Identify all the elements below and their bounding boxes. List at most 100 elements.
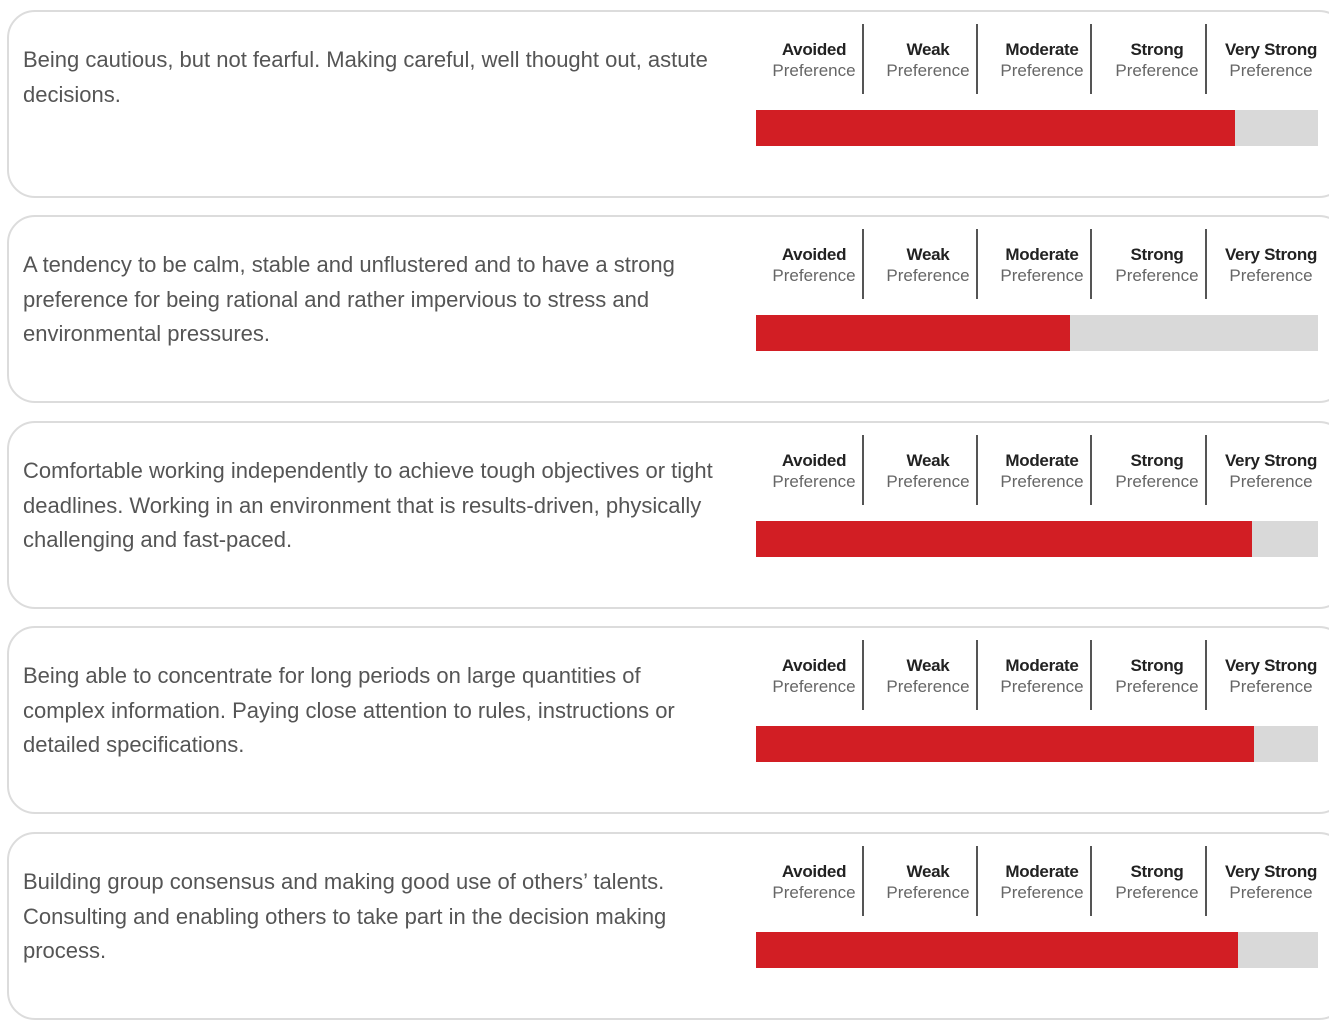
- scale-label-sub: Preference: [1115, 266, 1199, 285]
- scale-divider: [1205, 640, 1207, 710]
- score-bar-fill: [756, 726, 1255, 762]
- scale-label-sub: Preference: [886, 61, 970, 80]
- scale-label-title: Weak: [906, 656, 950, 675]
- scale-label-sub: Preference: [772, 677, 856, 696]
- scale-label-sub: Preference: [772, 883, 856, 902]
- scale-label-strong: Strong Preference: [1100, 229, 1214, 301]
- scale-label-strong: Strong Preference: [1100, 846, 1214, 918]
- preference-card: A tendency to be calm, stable and unflus…: [7, 215, 1329, 403]
- preference-description: Comfortable working independently to ach…: [23, 458, 713, 553]
- scale-label-sub: Preference: [1000, 266, 1084, 285]
- preference-scale-header: Avoided Preference Weak Preference Moder…: [757, 640, 1329, 712]
- scale-label-sub: Preference: [886, 472, 970, 491]
- scale-label-avoided: Avoided Preference: [757, 435, 871, 507]
- scale-label-title: Very Strong: [1224, 40, 1318, 59]
- scale-label-very-strong: Very Strong Preference: [1214, 24, 1328, 96]
- scale-label-avoided: Avoided Preference: [757, 229, 871, 301]
- scale-divider: [1205, 24, 1207, 94]
- scale-label-sub: Preference: [1229, 472, 1313, 491]
- scale-label-moderate: Moderate Preference: [985, 846, 1099, 918]
- scale-label-title: Strong: [1130, 862, 1184, 881]
- scale-label-title: Avoided: [781, 656, 847, 675]
- scale-label-sub: Preference: [886, 677, 970, 696]
- scale-divider: [1205, 846, 1207, 916]
- scale-label-moderate: Moderate Preference: [985, 24, 1099, 96]
- scale-divider: [976, 640, 978, 710]
- preference-scale-header: Avoided Preference Weak Preference Moder…: [757, 435, 1329, 507]
- preference-description: Building group consensus and making good…: [23, 869, 667, 964]
- score-bar-fill: [756, 932, 1239, 968]
- scale-label-sub: Preference: [772, 472, 856, 491]
- scale-divider: [976, 846, 978, 916]
- scale-divider: [976, 24, 978, 94]
- scale-divider: [862, 640, 864, 710]
- scale-label-strong: Strong Preference: [1100, 640, 1214, 712]
- preference-description: Being able to concentrate for long perio…: [23, 663, 675, 758]
- score-bar-fill: [756, 521, 1252, 557]
- scale-label-sub: Preference: [886, 266, 970, 285]
- scale-label-title: Strong: [1130, 245, 1184, 264]
- scale-label-weak: Weak Preference: [871, 229, 985, 301]
- scale-label-title: Very Strong: [1224, 245, 1318, 264]
- scale-label-sub: Preference: [1229, 677, 1313, 696]
- scale-label-strong: Strong Preference: [1100, 435, 1214, 507]
- scale-divider: [1205, 229, 1207, 299]
- scale-label-title: Strong: [1130, 40, 1184, 59]
- scale-label-title: Weak: [906, 245, 950, 264]
- scale-label-sub: Preference: [886, 883, 970, 902]
- preference-scale-header: Avoided Preference Weak Preference Moder…: [757, 229, 1329, 301]
- score-bar-track: [756, 726, 1318, 762]
- scale-label-very-strong: Very Strong Preference: [1214, 435, 1328, 507]
- scale-label-title: Very Strong: [1224, 862, 1318, 881]
- scale-label-title: Very Strong: [1224, 451, 1318, 470]
- scale-label-sub: Preference: [1229, 883, 1313, 902]
- scale-label-strong: Strong Preference: [1100, 24, 1214, 96]
- scale-label-very-strong: Very Strong Preference: [1214, 229, 1328, 301]
- preference-card: Building group consensus and making good…: [7, 832, 1329, 1020]
- score-bar-fill: [756, 110, 1236, 146]
- scale-divider: [976, 229, 978, 299]
- preference-description: Being cautious, but not fearful. Making …: [23, 47, 708, 107]
- scale-divider: [1090, 640, 1092, 710]
- scale-label-title: Strong: [1130, 656, 1184, 675]
- scale-label-sub: Preference: [1115, 883, 1199, 902]
- scale-label-moderate: Moderate Preference: [985, 435, 1099, 507]
- scale-label-weak: Weak Preference: [871, 640, 985, 712]
- score-bar-track: [756, 110, 1318, 146]
- scale-label-title: Strong: [1130, 451, 1184, 470]
- scale-label-weak: Weak Preference: [871, 435, 985, 507]
- scale-label-avoided: Avoided Preference: [757, 846, 871, 918]
- scale-label-title: Weak: [906, 451, 950, 470]
- scale-label-title: Moderate: [1005, 245, 1079, 264]
- scale-label-title: Avoided: [781, 451, 847, 470]
- scale-label-moderate: Moderate Preference: [985, 640, 1099, 712]
- scale-divider: [1090, 24, 1092, 94]
- score-bar-fill: [756, 315, 1070, 351]
- preference-description: A tendency to be calm, stable and unflus…: [23, 252, 675, 347]
- scale-label-sub: Preference: [1000, 883, 1084, 902]
- scale-label-sub: Preference: [1115, 61, 1199, 80]
- scale-divider: [862, 846, 864, 916]
- score-bar-track: [756, 521, 1318, 557]
- preference-card: Being able to concentrate for long perio…: [7, 626, 1329, 814]
- scale-divider: [862, 435, 864, 505]
- scale-label-weak: Weak Preference: [871, 846, 985, 918]
- scale-label-title: Avoided: [781, 245, 847, 264]
- scale-divider: [1090, 846, 1092, 916]
- preference-scale-header: Avoided Preference Weak Preference Moder…: [757, 846, 1329, 918]
- scale-label-sub: Preference: [772, 266, 856, 285]
- scale-label-sub: Preference: [1000, 677, 1084, 696]
- scale-label-sub: Preference: [772, 61, 856, 80]
- scale-label-title: Moderate: [1005, 656, 1079, 675]
- scale-label-avoided: Avoided Preference: [757, 24, 871, 96]
- scale-label-title: Moderate: [1005, 862, 1079, 881]
- scale-divider: [1090, 229, 1092, 299]
- score-bar-track: [756, 932, 1318, 968]
- scale-label-avoided: Avoided Preference: [757, 640, 871, 712]
- scale-label-title: Moderate: [1005, 40, 1079, 59]
- scale-divider: [1090, 435, 1092, 505]
- scale-divider: [862, 229, 864, 299]
- preference-card: Comfortable working independently to ach…: [7, 421, 1329, 609]
- scale-label-sub: Preference: [1115, 677, 1199, 696]
- scale-label-very-strong: Very Strong Preference: [1214, 640, 1328, 712]
